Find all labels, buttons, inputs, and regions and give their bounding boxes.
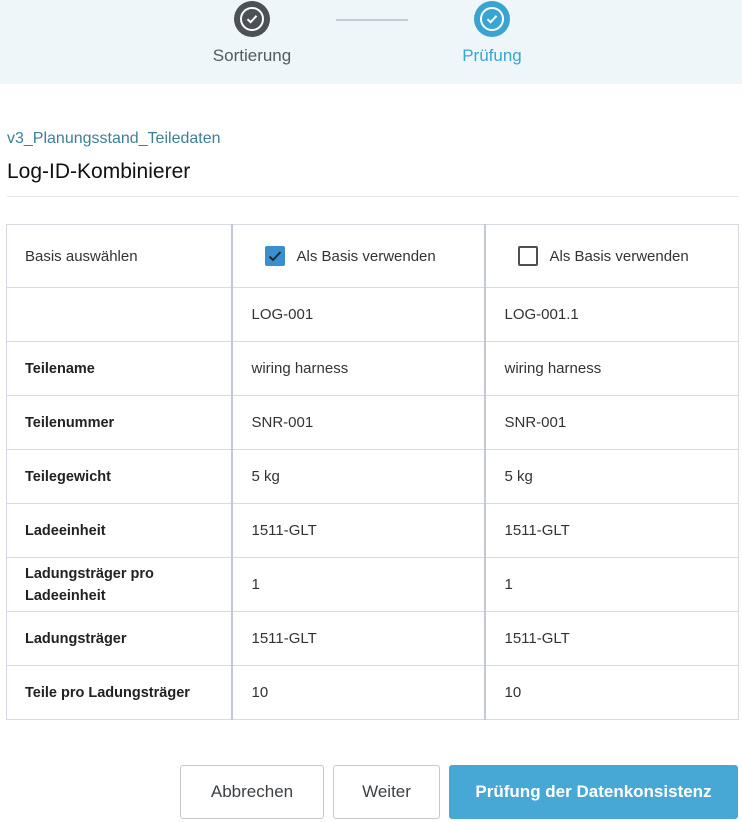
- basis-cell-col1: Als Basis verwenden: [230, 224, 486, 288]
- row-label-ladungstraeger-pro-ladeeinheit: Ladungsträger pro Ladeeinheit: [6, 557, 232, 612]
- page-title: Log-ID-Kombinierer: [7, 160, 191, 183]
- basis-checkbox-col1[interactable]: [264, 246, 285, 266]
- table-row-log-id: LOG-001 LOG-001.1: [6, 287, 739, 342]
- cell-value: 1511-GLT: [230, 503, 486, 558]
- title-divider: [7, 196, 738, 197]
- checkmark-icon: [268, 251, 281, 262]
- cell-value: 1511-GLT: [230, 611, 486, 666]
- basis-cell-col2: Als Basis verwenden: [484, 224, 739, 288]
- table-row: Teilenummer SNR-001 SNR-001: [6, 395, 739, 450]
- basis-checkbox-col2[interactable]: [517, 246, 538, 266]
- row-label-ladungstraeger: Ladungsträger: [6, 611, 232, 666]
- log-id-col2: LOG-001.1: [484, 287, 739, 342]
- table-row: Teilename wiring harness wiring harness: [6, 341, 739, 396]
- basis-checkbox-col2-wrap[interactable]: Als Basis verwenden: [504, 246, 721, 266]
- row-label-ladeeinheit: Ladeeinheit: [6, 503, 232, 558]
- cell-value: wiring harness: [230, 341, 486, 396]
- table-row-basis: Basis auswählen Als Basis verwenden Als …: [6, 224, 739, 288]
- next-button[interactable]: Weiter: [333, 765, 440, 819]
- cell-value: 1: [484, 557, 739, 612]
- table-row: Ladungsträger pro Ladeeinheit 1 1: [6, 557, 739, 612]
- cancel-button[interactable]: Abbrechen: [180, 765, 324, 819]
- step-label-sortierung[interactable]: Sortierung: [172, 46, 332, 66]
- table-row: Ladungsträger 1511-GLT 1511-GLT: [6, 611, 739, 666]
- row-label-teilename: Teilename: [6, 341, 232, 396]
- breadcrumb[interactable]: v3_Planungsstand_Teiledaten: [7, 130, 221, 148]
- cell-value: 1511-GLT: [484, 503, 739, 558]
- cell-value: 5 kg: [230, 449, 486, 504]
- table-row: Teile pro Ladungsträger 10 10: [6, 665, 739, 720]
- cell-value: 1: [230, 557, 486, 612]
- table-row: Teilegewicht 5 kg 5 kg: [6, 449, 739, 504]
- basis-row-label: Basis auswählen: [6, 224, 232, 288]
- log-id-comparison-table: Basis auswählen Als Basis verwenden Als …: [6, 224, 739, 720]
- basis-checkbox-label-col2[interactable]: Als Basis verwenden: [550, 248, 689, 265]
- cell-value: 10: [230, 665, 486, 720]
- basis-checkbox-label-col1[interactable]: Als Basis verwenden: [297, 248, 436, 265]
- cell-value: SNR-001: [484, 395, 739, 450]
- row-label-teilegewicht: Teilegewicht: [6, 449, 232, 504]
- cell-value: wiring harness: [484, 341, 739, 396]
- step-connector: [336, 19, 408, 21]
- row-label-teilenummer: Teilenummer: [6, 395, 232, 450]
- cell-value: SNR-001: [230, 395, 486, 450]
- log-id-col1: LOG-001: [230, 287, 486, 342]
- table-row: Ladeeinheit 1511-GLT 1511-GLT: [6, 503, 739, 558]
- cell-value: 10: [484, 665, 739, 720]
- cell-value: 1511-GLT: [484, 611, 739, 666]
- check-consistency-button[interactable]: Prüfung der Datenkonsistenz: [449, 765, 738, 819]
- basis-checkbox-col1-wrap[interactable]: Als Basis verwenden: [251, 246, 466, 266]
- log-id-row-label: [6, 287, 232, 342]
- row-label-teile-pro-ladungstraeger: Teile pro Ladungsträger: [6, 665, 232, 720]
- step-label-pruefung[interactable]: Prüfung: [412, 46, 572, 66]
- step-pruefung-check-icon[interactable]: [474, 1, 510, 37]
- cell-value: 5 kg: [484, 449, 739, 504]
- step-sortierung-check-icon[interactable]: [234, 1, 270, 37]
- stepper: Sortierung Prüfung: [0, 0, 742, 84]
